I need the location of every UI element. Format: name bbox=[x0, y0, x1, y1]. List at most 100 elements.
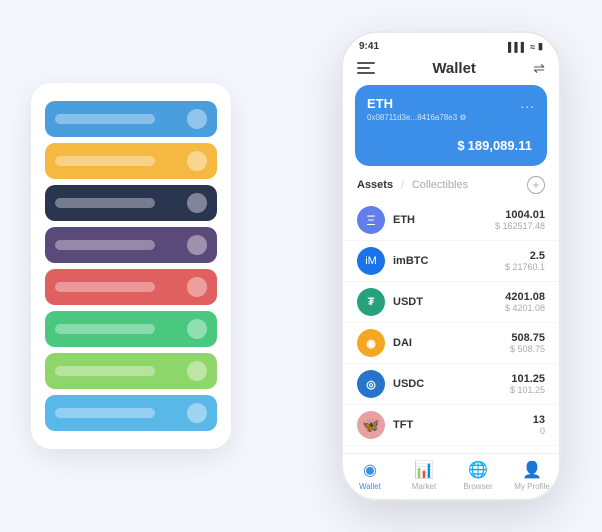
list-item[interactable] bbox=[45, 395, 217, 431]
balance-amount: 189,089.11 bbox=[468, 138, 532, 153]
asset-name-usdt: USDT bbox=[393, 296, 505, 308]
usdc-icon: ◎ bbox=[357, 370, 385, 398]
usdc-primary-amount: 101.25 bbox=[510, 373, 545, 385]
asset-name-eth: ETH bbox=[393, 214, 495, 226]
profile-nav-label: My Profile bbox=[514, 482, 550, 491]
asset-row-usdc[interactable]: ◎ USDC 101.25 $ 101.25 bbox=[343, 364, 559, 405]
balance-symbol: $ bbox=[457, 138, 464, 153]
asset-amount-eth: 1004.01 $ 162517.48 bbox=[495, 209, 545, 231]
list-item[interactable] bbox=[45, 143, 217, 179]
card-dot bbox=[187, 193, 207, 213]
eth-icon: Ξ bbox=[357, 206, 385, 234]
asset-row-imbtc[interactable]: iM imBTC 2.5 $ 21760.1 bbox=[343, 241, 559, 282]
assets-tabs: Assets / Collectibles bbox=[357, 179, 468, 191]
list-item[interactable] bbox=[45, 227, 217, 263]
eth-card-menu[interactable]: ... bbox=[520, 95, 535, 111]
card-dot bbox=[187, 109, 207, 129]
card-dot bbox=[187, 361, 207, 381]
eth-balance: $189,089.11 bbox=[367, 130, 535, 156]
card-bar bbox=[55, 324, 155, 334]
imbtc-icon: iM bbox=[357, 247, 385, 275]
status-bar: 9:41 ▌▌▌ ≈ ▮ bbox=[343, 33, 559, 56]
scene: 9:41 ▌▌▌ ≈ ▮ Wallet ⇌ ETH ... 0x08711d3e… bbox=[11, 11, 591, 521]
asset-row-dai[interactable]: ◉ DAI 508.75 $ 508.75 bbox=[343, 323, 559, 364]
status-icons: ▌▌▌ ≈ ▮ bbox=[508, 41, 543, 52]
assets-header: Assets / Collectibles + bbox=[343, 176, 559, 200]
asset-amount-usdt: 4201.08 $ 4201.08 bbox=[505, 291, 545, 313]
dai-primary-amount: 508.75 bbox=[510, 332, 545, 344]
card-stack bbox=[31, 83, 231, 449]
signal-icon: ▌▌▌ bbox=[508, 42, 527, 52]
asset-name-imbtc: imBTC bbox=[393, 255, 505, 267]
list-item[interactable] bbox=[45, 353, 217, 389]
card-dot bbox=[187, 403, 207, 423]
eth-usd-value: $ 162517.48 bbox=[495, 221, 545, 231]
asset-row-usdt[interactable]: ₮ USDT 4201.08 $ 4201.08 bbox=[343, 282, 559, 323]
asset-row-eth[interactable]: Ξ ETH 1004.01 $ 162517.48 bbox=[343, 200, 559, 241]
card-dot bbox=[187, 277, 207, 297]
tft-usd-value: 0 bbox=[533, 426, 545, 436]
tab-assets[interactable]: Assets bbox=[357, 179, 393, 191]
wifi-icon: ≈ bbox=[530, 42, 535, 52]
imbtc-primary-amount: 2.5 bbox=[505, 250, 545, 262]
phone-frame: 9:41 ▌▌▌ ≈ ▮ Wallet ⇌ ETH ... 0x08711d3e… bbox=[341, 31, 561, 501]
asset-amount-usdc: 101.25 $ 101.25 bbox=[510, 373, 545, 395]
dai-icon: ◉ bbox=[357, 329, 385, 357]
card-dot bbox=[187, 235, 207, 255]
asset-amount-dai: 508.75 $ 508.75 bbox=[510, 332, 545, 354]
expand-button[interactable]: ⇌ bbox=[533, 60, 545, 77]
card-bar bbox=[55, 198, 155, 208]
nav-market[interactable]: 📊 Market bbox=[397, 460, 451, 491]
card-dot bbox=[187, 319, 207, 339]
tab-collectibles[interactable]: Collectibles bbox=[412, 179, 468, 191]
tft-icon: 🦋 bbox=[357, 411, 385, 439]
nav-browser[interactable]: 🌐 Browser bbox=[451, 460, 505, 491]
list-item[interactable] bbox=[45, 185, 217, 221]
list-item[interactable] bbox=[45, 101, 217, 137]
card-dot bbox=[187, 151, 207, 171]
eth-primary-amount: 1004.01 bbox=[495, 209, 545, 221]
eth-wallet-card[interactable]: ETH ... 0x08711d3e...8416a78e3 ⚙ $189,08… bbox=[355, 85, 547, 166]
browser-nav-label: Browser bbox=[463, 482, 492, 491]
menu-button[interactable] bbox=[357, 62, 375, 76]
asset-name-dai: DAI bbox=[393, 337, 510, 349]
card-bar bbox=[55, 366, 155, 376]
usdt-primary-amount: 4201.08 bbox=[505, 291, 545, 303]
tab-separator: / bbox=[401, 180, 404, 191]
card-bar bbox=[55, 408, 155, 418]
tft-primary-amount: 13 bbox=[533, 414, 545, 426]
asset-name-usdc: USDC bbox=[393, 378, 510, 390]
asset-name-tft: TFT bbox=[393, 419, 533, 431]
wallet-nav-icon: ◉ bbox=[363, 460, 377, 480]
battery-icon: ▮ bbox=[538, 41, 543, 52]
eth-card-header: ETH ... bbox=[367, 95, 535, 111]
phone-header: Wallet ⇌ bbox=[343, 56, 559, 85]
card-bar bbox=[55, 114, 155, 124]
list-item[interactable] bbox=[45, 269, 217, 305]
asset-list: Ξ ETH 1004.01 $ 162517.48 iM imBTC 2.5 $… bbox=[343, 200, 559, 453]
page-title: Wallet bbox=[432, 60, 476, 77]
imbtc-usd-value: $ 21760.1 bbox=[505, 262, 545, 272]
profile-nav-icon: 👤 bbox=[522, 460, 542, 480]
card-bar bbox=[55, 240, 155, 250]
asset-amount-imbtc: 2.5 $ 21760.1 bbox=[505, 250, 545, 272]
nav-profile[interactable]: 👤 My Profile bbox=[505, 460, 559, 491]
eth-address: 0x08711d3e...8416a78e3 ⚙ bbox=[367, 113, 535, 122]
list-item[interactable] bbox=[45, 311, 217, 347]
asset-amount-tft: 13 0 bbox=[533, 414, 545, 436]
bottom-nav: ◉ Wallet 📊 Market 🌐 Browser 👤 My Profile bbox=[343, 453, 559, 499]
asset-row-tft[interactable]: 🦋 TFT 13 0 bbox=[343, 405, 559, 446]
usdt-usd-value: $ 4201.08 bbox=[505, 303, 545, 313]
usdt-icon: ₮ bbox=[357, 288, 385, 316]
nav-wallet[interactable]: ◉ Wallet bbox=[343, 460, 397, 491]
browser-nav-icon: 🌐 bbox=[468, 460, 488, 480]
add-asset-button[interactable]: + bbox=[527, 176, 545, 194]
card-bar bbox=[55, 282, 155, 292]
market-nav-label: Market bbox=[412, 482, 436, 491]
dai-usd-value: $ 508.75 bbox=[510, 344, 545, 354]
status-time: 9:41 bbox=[359, 41, 379, 52]
eth-card-title: ETH bbox=[367, 96, 393, 111]
market-nav-icon: 📊 bbox=[414, 460, 434, 480]
card-bar bbox=[55, 156, 155, 166]
usdc-usd-value: $ 101.25 bbox=[510, 385, 545, 395]
